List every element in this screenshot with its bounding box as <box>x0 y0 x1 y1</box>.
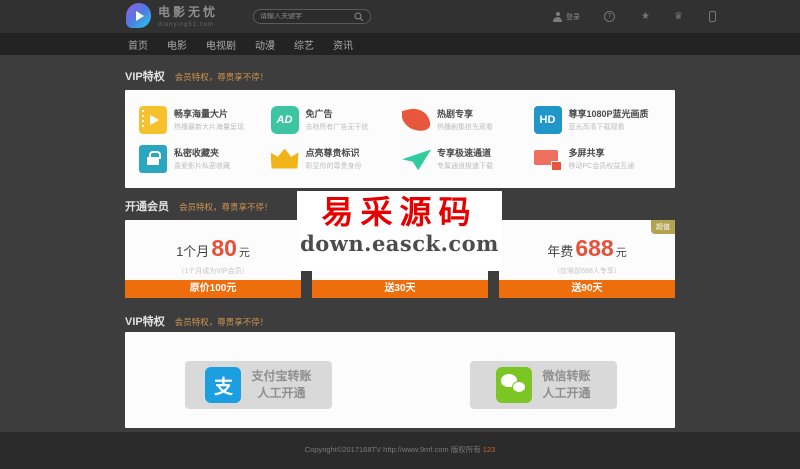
search-icon[interactable] <box>354 12 364 22</box>
payment-subtitle: 会员特权，尊贵享不停！ <box>175 316 269 328</box>
feature-title: 私密收藏夹 <box>174 146 230 159</box>
feature-desc: 蓝光高清下载观看 <box>569 122 649 132</box>
feature-desc: 移动PC会员权益互通 <box>569 161 635 171</box>
header-actions: 登录 <box>553 0 716 33</box>
plan-monthly: 1个月80元 （1个月成为VIP会员） 原价100元 <box>125 220 301 298</box>
user-icon[interactable] <box>553 12 562 22</box>
vip-crown-icon[interactable] <box>674 11 683 22</box>
features-card: 畅享海量大片 热播最新大片海量呈现 AD 免广告 去除所有广告无干扰 热剧专享 … <box>125 90 675 188</box>
leaf-icon <box>402 105 432 135</box>
feature-title: 多屏共享 <box>569 146 635 159</box>
plan-yearly: 超值 年费688元 （仅限前688人专享） 送90天 <box>499 220 675 298</box>
pricing-title: 开通会员 <box>125 198 169 214</box>
alipay-payment-button[interactable]: 支 支付宝转账 人工开通 <box>185 361 332 409</box>
search-input[interactable] <box>260 13 354 20</box>
features-section-header: VIP特权 会员特权，尊贵享不停！ <box>125 68 268 84</box>
feature-multi-screen: 多屏共享 移动PC会员权益互通 <box>534 139 662 178</box>
feature-desc: 喜爱影片私密收藏 <box>174 161 230 171</box>
alipay-glyph: 支 <box>214 372 233 399</box>
feature-title: 专享极速通道 <box>437 146 493 159</box>
payment-card: 支 支付宝转账 人工开通 微信转账 人工开通 <box>125 332 675 428</box>
main-nav: 首页 电影 电视剧 动漫 综艺 资讯 <box>0 33 800 55</box>
logo-play-icon <box>126 3 151 28</box>
ad-icon: AD <box>271 106 299 134</box>
wechat-icon <box>496 367 532 403</box>
feature-desc: 专属通道极速下载 <box>437 161 493 171</box>
feature-movies: 畅享海量大片 热播最新大片海量呈现 <box>139 100 267 139</box>
alipay-icon: 支 <box>205 367 241 403</box>
feature-desc: 去除所有广告无干扰 <box>306 122 369 132</box>
plan-unit: 元 <box>616 247 627 259</box>
watermark-overlay: 易采源码 down.easck.com <box>297 191 502 271</box>
ad-glyph: AD <box>277 114 293 126</box>
plan-price: 688 <box>573 235 615 261</box>
site-title: 电影无忧 <box>158 3 218 20</box>
copyright-text: Copyright©2017168TV http://www.9mf.com 版… <box>305 445 481 454</box>
features-subtitle: 会员特权，尊贵享不停！ <box>175 71 269 83</box>
favorites-star-icon[interactable] <box>641 11 650 22</box>
film-icon <box>139 106 167 134</box>
wechat-label-line2: 人工开通 <box>542 385 590 402</box>
wechat-payment-button[interactable]: 微信转账 人工开通 <box>470 361 617 409</box>
feature-title: 尊享1080P蓝光画质 <box>569 107 649 120</box>
feature-vip-badge: 点亮尊贵标识 彰显你的尊贵身份 <box>271 139 399 178</box>
nav-item-tv[interactable]: 电视剧 <box>206 37 236 52</box>
alipay-label-line2: 人工开通 <box>251 385 311 402</box>
pricing-section-header: 开通会员 会员特权，尊贵享不停！ <box>125 198 273 214</box>
page-footer: Copyright©2017168TV http://www.9mf.com 版… <box>0 432 800 469</box>
plan-note: （1个月成为VIP会员） <box>125 266 301 276</box>
plan-note: （仅限前688人专享） <box>499 266 675 276</box>
watermark-text: 易采源码 <box>297 194 502 231</box>
screens-icon <box>534 145 562 173</box>
feature-no-ads: AD 免广告 去除所有广告无干扰 <box>271 100 399 139</box>
plan-name: 1个月 <box>176 244 209 259</box>
feature-fast-lane: 专享极速通道 专属通道极速下载 <box>402 139 530 178</box>
login-link[interactable]: 登录 <box>566 12 580 22</box>
plan-unit: 元 <box>239 247 250 259</box>
feature-private-favorites: 私密收藏夹 喜爱影片私密收藏 <box>139 139 267 178</box>
top-header: 电影无忧 dianying51.com 登录 <box>0 0 800 33</box>
paper-plane-icon <box>402 146 431 171</box>
feature-desc: 彰显你的尊贵身份 <box>306 161 362 171</box>
nav-item-variety[interactable]: 综艺 <box>294 37 314 52</box>
feature-title: 畅享海量大片 <box>174 107 244 120</box>
pricing-subtitle: 会员特权，尊贵享不停！ <box>179 201 273 213</box>
site-logo[interactable]: 电影无忧 dianying51.com <box>126 3 218 28</box>
plan-monthly-button[interactable]: 原价100元 <box>125 280 301 298</box>
wechat-label-line1: 微信转账 <box>542 368 590 385</box>
feature-title: 免广告 <box>306 107 369 120</box>
mobile-app-icon[interactable] <box>709 11 716 22</box>
feature-hd-quality: HD 尊享1080P蓝光画质 蓝光高清下载观看 <box>534 100 662 139</box>
nav-item-anime[interactable]: 动漫 <box>255 37 275 52</box>
plan-price: 80 <box>209 235 239 261</box>
feature-title: 点亮尊贵标识 <box>306 146 362 159</box>
watermark-url: down.easck.com <box>297 231 502 256</box>
payment-section-header: VIP特权 会员特权，尊贵享不停！ <box>125 313 268 329</box>
nav-item-news[interactable]: 资讯 <box>333 37 353 52</box>
feature-desc: 热播剧集抢先观看 <box>437 122 493 132</box>
plan-yearly-button[interactable]: 送90天 <box>499 280 675 298</box>
folder-lock-icon <box>139 145 167 173</box>
plan-badge: 超值 <box>651 220 675 234</box>
nav-item-movies[interactable]: 电影 <box>167 37 187 52</box>
crown-icon <box>271 149 299 169</box>
page: 电影无忧 dianying51.com 登录 首页 电影 电视剧 <box>0 0 800 469</box>
payment-title: VIP特权 <box>125 313 165 329</box>
plan-quarterly-button[interactable]: 送30天 <box>312 280 488 298</box>
feature-exclusive-dramas: 热剧专享 热播剧集抢先观看 <box>402 100 530 139</box>
search-box[interactable] <box>253 9 371 24</box>
features-title: VIP特权 <box>125 68 165 84</box>
footer-link[interactable]: 123 <box>483 445 496 454</box>
help-icon[interactable] <box>604 11 615 22</box>
alipay-label-line1: 支付宝转账 <box>251 368 311 385</box>
feature-desc: 热播最新大片海量呈现 <box>174 122 244 132</box>
plan-name: 年费 <box>547 244 573 259</box>
feature-title: 热剧专享 <box>437 107 493 120</box>
hd-icon: HD <box>534 106 562 134</box>
site-domain: dianying51.com <box>158 22 218 28</box>
hd-glyph: HD <box>540 114 556 126</box>
nav-item-home[interactable]: 首页 <box>128 37 148 52</box>
